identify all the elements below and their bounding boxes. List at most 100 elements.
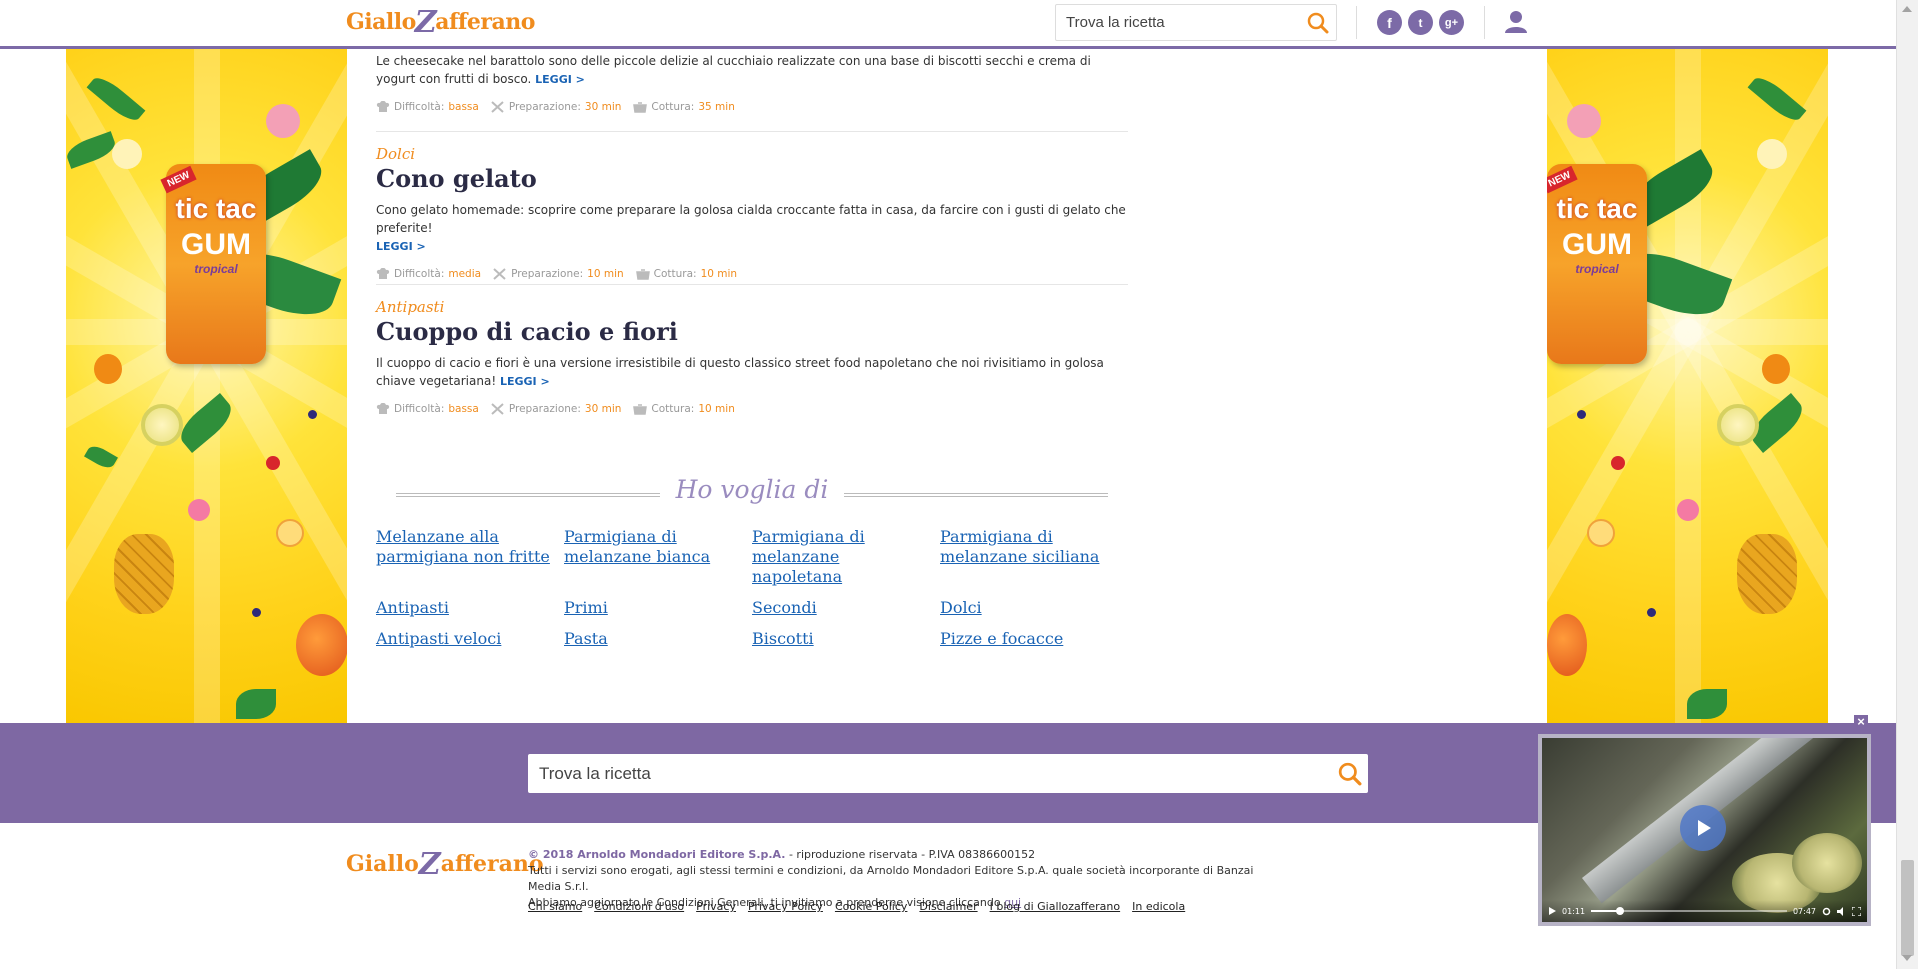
chef-hat-icon xyxy=(376,403,390,414)
footer-link-blog[interactable]: I blog di Giallozafferano xyxy=(990,900,1121,913)
leggi-link[interactable]: LEGGI > xyxy=(500,375,550,388)
preparation: Preparazione: 10 min xyxy=(493,268,624,280)
scroll-down-arrow[interactable] xyxy=(1902,955,1912,961)
recipe-description: Cono gelato homemade: scoprire come prep… xyxy=(376,203,1126,253)
seek-handle[interactable] xyxy=(1616,907,1625,915)
floating-video-player: 01:11 07:47 xyxy=(1538,734,1871,926)
recipe-meta: Difficoltà: bassa Preparazione: 30 min C… xyxy=(376,403,1128,415)
seek-bar[interactable] xyxy=(1591,907,1787,915)
link-secondi[interactable]: Secondi xyxy=(752,598,940,618)
link-melanzane-parmigiana-non-fritte[interactable]: Melanzane alla parmigiana non fritte xyxy=(376,527,564,587)
facebook-icon[interactable]: f xyxy=(1377,10,1402,35)
link-antipasti[interactable]: Antipasti xyxy=(376,598,564,618)
header-separator xyxy=(1484,6,1485,39)
leggi-link[interactable]: LEGGI > xyxy=(535,73,585,86)
footer-search-box xyxy=(528,754,1368,793)
footer-search-input[interactable] xyxy=(528,754,1332,793)
video-frame[interactable]: 01:11 07:47 xyxy=(1542,738,1867,922)
ad-brand: tic tac xyxy=(1556,193,1638,224)
footer-logo[interactable]: Giallo Zafferano xyxy=(346,847,544,882)
footer-link-privacy-policy[interactable]: Privacy Policy xyxy=(748,900,823,913)
footer-link-cookie-policy[interactable]: Cookie Policy xyxy=(835,900,907,913)
ad-gum: GUM xyxy=(181,228,251,261)
preparation: Preparazione: 30 min xyxy=(491,403,621,415)
play-button[interactable] xyxy=(1680,805,1726,851)
recipe-item: Antipasti Cuoppo di cacio e fiori Il cuo… xyxy=(376,298,1128,415)
recipe-category[interactable]: Dolci xyxy=(376,145,1128,163)
scroll-up-arrow[interactable] xyxy=(1902,6,1912,12)
new-badge: NEW xyxy=(160,165,197,194)
ho-voglia-di-title: Ho voglia di xyxy=(675,475,829,504)
tic-tac-pack-right: NEW tic tac GUM tropical xyxy=(1547,164,1647,364)
footer-link-privacy[interactable]: Privacy xyxy=(696,900,736,913)
header-separator xyxy=(1356,6,1357,39)
duration: 07:47 xyxy=(1792,906,1816,916)
settings-icon[interactable] xyxy=(1822,907,1831,916)
chef-hat-icon xyxy=(376,101,390,112)
recipe-category[interactable]: Antipasti xyxy=(376,298,1128,316)
link-parmigiana-siciliana[interactable]: Parmigiana di melanzane siciliana xyxy=(940,527,1128,587)
footer-search-button[interactable] xyxy=(1332,754,1368,793)
volume-icon[interactable] xyxy=(1837,906,1846,916)
recipe-description: Le cheesecake nel barattolo sono delle p… xyxy=(376,54,1091,86)
ho-voglia-di-heading: Ho voglia di xyxy=(396,473,1108,513)
right-ad-banner[interactable]: NEW tic tac GUM tropical xyxy=(1547,49,1828,723)
search-icon xyxy=(1338,762,1362,785)
recipe-title[interactable]: Cono gelato xyxy=(376,164,1128,193)
current-time: 01:11 xyxy=(1562,906,1586,916)
page: NEW tic tac GUM tropical NEW tic tac GUM… xyxy=(0,0,1918,969)
difficulty: Difficoltà: bassa xyxy=(376,101,479,113)
link-parmigiana-bianca[interactable]: Parmigiana di melanzane bianca xyxy=(564,527,752,587)
footer-link-in-edicola[interactable]: In edicola xyxy=(1132,900,1185,913)
footer-link-condizioni[interactable]: Condizioni d'uso xyxy=(594,900,684,913)
left-ad-banner[interactable]: NEW tic tac GUM tropical xyxy=(66,49,347,723)
ad-brand: tic tac xyxy=(175,193,257,224)
video-close-button[interactable]: × xyxy=(1854,715,1868,729)
search-icon xyxy=(1307,12,1329,33)
utensils-icon xyxy=(491,403,504,415)
cooking: Cottura: 35 min xyxy=(633,101,735,113)
scrollbar-thumb[interactable] xyxy=(1901,860,1914,956)
link-pizze-e-focacce[interactable]: Pizze e focacce xyxy=(940,629,1128,649)
link-pasta[interactable]: Pasta xyxy=(564,629,752,649)
cooking: Cottura: 10 min xyxy=(635,268,737,280)
utensils-icon xyxy=(491,101,504,113)
link-parmigiana-napoletana[interactable]: Parmigiana di melanzane napoletana xyxy=(752,527,940,587)
play-small-icon[interactable] xyxy=(1548,907,1556,915)
footer-link-disclaimer[interactable]: Disclaimer xyxy=(919,900,977,913)
fullscreen-icon[interactable] xyxy=(1852,906,1861,916)
copyright: © 2018 Arnoldo Mondadori Editore S.p.A. xyxy=(528,848,786,861)
scrollbar[interactable] xyxy=(1896,0,1918,969)
divider xyxy=(376,284,1128,285)
new-badge: NEW xyxy=(1547,165,1578,194)
user-icon[interactable] xyxy=(1503,9,1529,35)
header-search-input[interactable] xyxy=(1056,5,1300,40)
ad-gum: GUM xyxy=(1562,228,1632,261)
footer-link-chi-siamo[interactable]: Chi siamo xyxy=(528,900,582,913)
divider xyxy=(376,131,1128,132)
twitter-icon[interactable]: t xyxy=(1408,10,1433,35)
chef-hat-icon xyxy=(376,268,390,279)
link-biscotti[interactable]: Biscotti xyxy=(752,629,940,649)
link-dolci[interactable]: Dolci xyxy=(940,598,1128,618)
pot-icon xyxy=(633,404,648,415)
pot-icon xyxy=(635,269,650,280)
header-search-button[interactable] xyxy=(1300,5,1336,40)
cooking: Cottura: 10 min xyxy=(633,403,735,415)
ad-flavor: tropical xyxy=(194,262,238,276)
link-antipasti-veloci[interactable]: Antipasti veloci xyxy=(376,629,564,649)
site-logo[interactable]: Giallo Zafferano xyxy=(346,5,535,40)
recipe-item: Dolci Cono gelato Cono gelato homemade: … xyxy=(376,145,1128,280)
link-primi[interactable]: Primi xyxy=(564,598,752,618)
leggi-link[interactable]: LEGGI > xyxy=(376,240,426,253)
recipe-meta: Difficoltà: bassa Preparazione: 30 min C… xyxy=(376,101,1128,113)
ad-flavor: tropical xyxy=(1575,262,1619,276)
play-icon xyxy=(1698,820,1711,836)
recipe-item: Le cheesecake nel barattolo sono delle p… xyxy=(376,52,1128,113)
pot-icon xyxy=(633,102,648,113)
site-header: GialloZafferano f t g+ xyxy=(0,0,1896,49)
tic-tac-pack: NEW tic tac GUM tropical xyxy=(160,164,266,364)
google-plus-icon[interactable]: g+ xyxy=(1439,10,1464,35)
difficulty: Difficoltà: bassa xyxy=(376,403,479,415)
recipe-title[interactable]: Cuoppo di cacio e fiori xyxy=(376,317,1128,346)
